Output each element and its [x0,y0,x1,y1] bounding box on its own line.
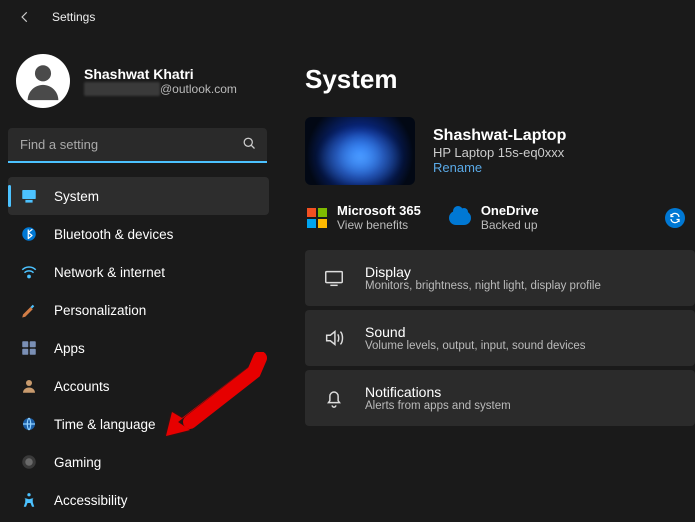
search-icon [242,136,257,156]
display-icon [323,267,345,289]
back-button[interactable] [16,8,34,26]
card-desc: Volume levels, output, input, sound devi… [365,340,586,352]
settings-list: Display Monitors, brightness, night ligh… [305,250,695,426]
sidebar-item-personalization[interactable]: Personalization [8,291,269,329]
sidebar-item-gaming[interactable]: Gaming [8,443,269,481]
user-email: xxxxxxxxxxxx@outlook.com [84,82,237,96]
sidebar-item-accounts[interactable]: Accounts [8,367,269,405]
onedrive-sub: Backed up [481,218,539,232]
device-model: HP Laptop 15s-eq0xxx [433,145,566,160]
accessibility-icon [20,491,38,509]
bell-icon [323,387,345,409]
apps-icon [20,339,38,357]
card-notifications[interactable]: Notifications Alerts from apps and syste… [305,370,695,426]
sidebar-item-label: System [54,189,99,204]
page-title: System [305,64,695,95]
sidebar-item-accessibility[interactable]: Accessibility [8,481,269,519]
card-desc: Monitors, brightness, night light, displ… [365,280,601,292]
card-desc: Alerts from apps and system [365,400,511,412]
sidebar-item-label: Bluetooth & devices [54,227,173,242]
globe-icon [20,415,38,433]
sidebar-item-label: Gaming [54,455,101,470]
sidebar-item-apps[interactable]: Apps [8,329,269,367]
nav-list: System Bluetooth & devices Network & int… [8,177,275,519]
window-title: Settings [52,10,95,24]
sidebar-item-label: Network & internet [54,265,165,280]
rename-link[interactable]: Rename [433,160,566,175]
onedrive-title: OneDrive [481,203,539,218]
sidebar-item-system[interactable]: System [8,177,269,215]
onedrive-icon [449,211,471,225]
sound-icon [323,327,345,349]
sidebar-item-label: Apps [54,341,85,356]
microsoft-logo-icon [307,208,327,228]
card-title: Display [365,264,601,280]
bluetooth-icon [20,225,38,243]
title-bar: Settings [0,0,695,34]
search-box[interactable] [8,128,267,163]
device-summary: Shashwat-Laptop HP Laptop 15s-eq0xxx Ren… [305,117,695,185]
user-profile[interactable]: Shashwat Khatri xxxxxxxxxxxx@outlook.com [8,42,275,124]
sidebar-item-label: Personalization [54,303,146,318]
brush-icon [20,301,38,319]
status-row: Microsoft 365 View benefits OneDrive Bac… [305,203,695,232]
main-pane: System Shashwat-Laptop HP Laptop 15s-eq0… [275,34,695,522]
ms365-sub: View benefits [337,218,421,232]
sync-icon[interactable] [665,208,685,228]
person-icon [20,377,38,395]
sidebar-item-label: Time & language [54,417,156,432]
sidebar-item-time-language[interactable]: Time & language [8,405,269,443]
card-title: Notifications [365,384,511,400]
user-name: Shashwat Khatri [84,66,237,82]
gaming-icon [20,453,38,471]
ms365-title: Microsoft 365 [337,203,421,218]
sidebar: Shashwat Khatri xxxxxxxxxxxx@outlook.com… [0,34,275,522]
onedrive-status[interactable]: OneDrive Backed up [449,203,539,232]
wifi-icon [20,263,38,281]
ms365-status[interactable]: Microsoft 365 View benefits [307,203,421,232]
system-icon [20,187,38,205]
sidebar-item-label: Accessibility [54,493,128,508]
search-input[interactable] [8,128,267,163]
sidebar-item-network[interactable]: Network & internet [8,253,269,291]
card-title: Sound [365,324,586,340]
card-display[interactable]: Display Monitors, brightness, night ligh… [305,250,695,306]
wallpaper-thumb[interactable] [305,117,415,185]
device-name: Shashwat-Laptop [433,127,566,145]
avatar [16,54,70,108]
sidebar-item-bluetooth[interactable]: Bluetooth & devices [8,215,269,253]
card-sound[interactable]: Sound Volume levels, output, input, soun… [305,310,695,366]
sidebar-item-label: Accounts [54,379,110,394]
